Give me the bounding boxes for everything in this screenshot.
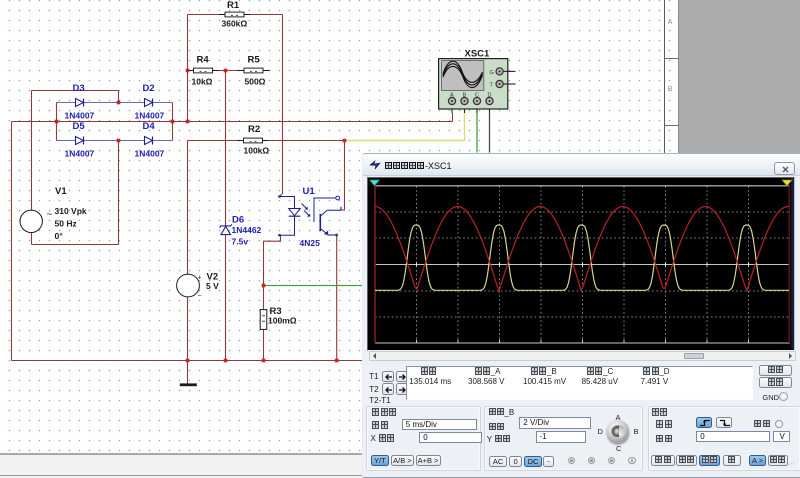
svg-text:310 Vpk: 310 Vpk (55, 206, 87, 216)
svg-text:10kΩ: 10kΩ (192, 76, 213, 86)
svg-text:D: D (488, 93, 492, 99)
svg-text:−: − (198, 293, 202, 300)
svg-text:1N4007: 1N4007 (65, 110, 95, 120)
svg-text:U1: U1 (303, 186, 316, 197)
svg-text:V1: V1 (55, 186, 67, 197)
svg-text:D4: D4 (143, 121, 156, 132)
svg-text:D2: D2 (143, 83, 155, 94)
svg-text:G: G (490, 70, 494, 76)
svg-text:D6: D6 (232, 214, 244, 225)
svg-text:D5: D5 (73, 121, 86, 132)
svg-text:100kΩ: 100kΩ (244, 145, 270, 155)
svg-text:R2: R2 (248, 124, 260, 135)
svg-text:R1: R1 (227, 0, 240, 11)
svg-text:50 Hz: 50 Hz (55, 218, 77, 228)
svg-text:0°: 0° (55, 231, 64, 241)
svg-text:B: B (463, 93, 467, 99)
svg-text:XSC1: XSC1 (465, 48, 491, 59)
svg-text:~: ~ (47, 210, 53, 221)
svg-text:D3: D3 (73, 83, 85, 94)
svg-text:R4: R4 (197, 54, 210, 65)
svg-text:5 V: 5 V (206, 281, 219, 291)
svg-text:100mΩ: 100mΩ (268, 315, 297, 325)
svg-text:1N4007: 1N4007 (65, 148, 95, 158)
svg-text:1N4462: 1N4462 (232, 225, 262, 235)
svg-text:A: A (450, 93, 454, 99)
svg-text:C: C (475, 93, 479, 99)
svg-text:360kΩ: 360kΩ (222, 19, 248, 29)
svg-text:R5: R5 (248, 54, 261, 65)
svg-text:+: + (198, 275, 202, 282)
svg-text:7.5v: 7.5v (232, 236, 249, 246)
svg-text:4N25: 4N25 (300, 238, 321, 248)
svg-text:500Ω: 500Ω (245, 76, 266, 86)
svg-text:1N4007: 1N4007 (135, 110, 165, 120)
svg-text:1N4007: 1N4007 (135, 148, 165, 158)
